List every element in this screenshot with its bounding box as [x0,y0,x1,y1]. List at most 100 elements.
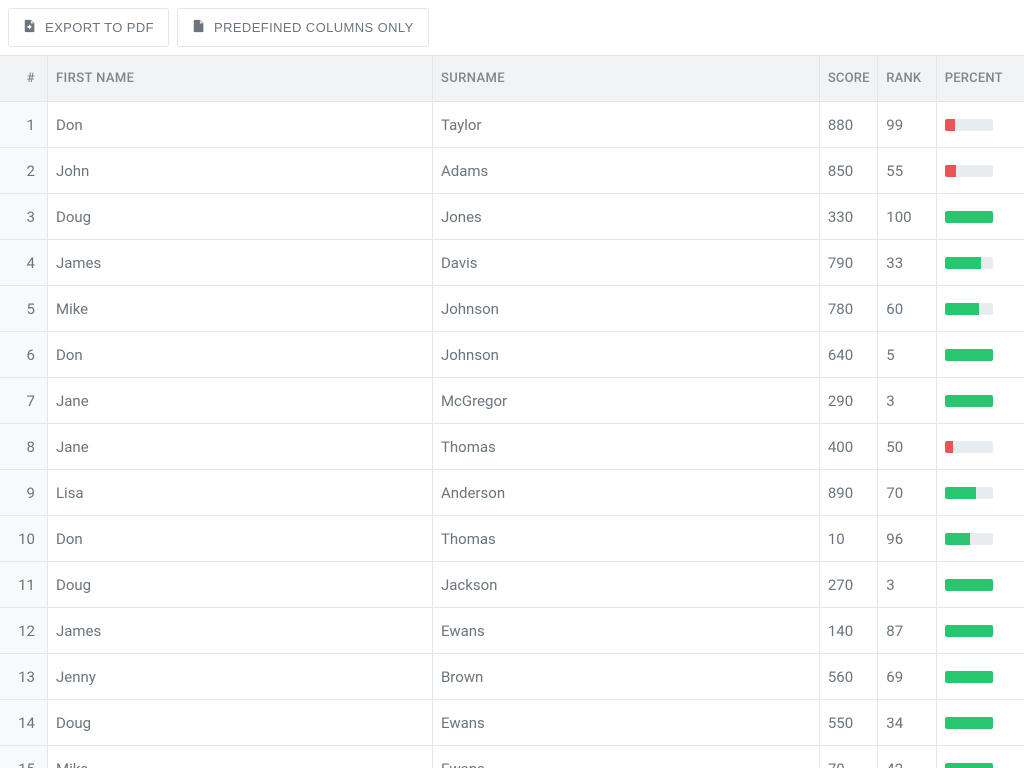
progress-bar [945,717,993,729]
col-header-rank[interactable]: RANK [878,56,936,101]
cell-first-name: Mike [48,746,433,768]
cell-index: 12 [0,608,48,653]
cell-first-name: Doug [48,194,433,239]
cell-first-name: Jane [48,378,433,423]
progress-bar [945,671,993,683]
table-row[interactable]: 14DougEwans55034 [0,700,1024,746]
cell-rank: 96 [878,516,936,561]
table-row[interactable]: 10DonThomas1096 [0,516,1024,562]
cell-index: 14 [0,700,48,745]
toolbar: EXPORT TO PDF PREDEFINED COLUMNS ONLY [0,0,1024,55]
cell-surname: Davis [433,240,820,285]
progress-fill [945,395,993,407]
cell-score: 10 [820,516,878,561]
cell-score: 790 [820,240,878,285]
table-row[interactable]: 6DonJohnson6405 [0,332,1024,378]
cell-first-name: Jane [48,424,433,469]
cell-surname: Jones [433,194,820,239]
header-row: # FIRST NAME SURNAME SCORE RANK PERCENT [0,56,1024,102]
col-header-surname[interactable]: SURNAME [433,56,820,101]
col-header-first-name[interactable]: FIRST NAME [48,56,433,101]
cell-score: 330 [820,194,878,239]
cell-percent [937,470,1024,515]
predefined-columns-button[interactable]: PREDEFINED COLUMNS ONLY [177,8,429,47]
cell-score: 270 [820,562,878,607]
cell-surname: Thomas [433,424,820,469]
table-row[interactable]: 8JaneThomas40050 [0,424,1024,470]
cell-rank: 42 [878,746,936,768]
cell-score: 880 [820,102,878,147]
progress-fill [945,717,993,729]
cell-rank: 70 [878,470,936,515]
cell-score: 850 [820,148,878,193]
col-header-score[interactable]: SCORE [820,56,878,101]
cell-surname: Johnson [433,332,820,377]
cell-index: 5 [0,286,48,331]
table-row[interactable]: 12JamesEwans14087 [0,608,1024,654]
cell-score: 890 [820,470,878,515]
table-row[interactable]: 9LisaAnderson89070 [0,470,1024,516]
cell-index: 7 [0,378,48,423]
progress-bar [945,257,993,269]
progress-bar [945,349,993,361]
cell-score: 400 [820,424,878,469]
cell-index: 10 [0,516,48,561]
cell-surname: McGregor [433,378,820,423]
cell-score: 70 [820,746,878,768]
cell-percent [937,424,1024,469]
cell-index: 11 [0,562,48,607]
cell-first-name: Lisa [48,470,433,515]
predefined-columns-label: PREDEFINED COLUMNS ONLY [214,20,414,35]
progress-fill [945,671,993,683]
table-row[interactable]: 2JohnAdams85055 [0,148,1024,194]
progress-bar [945,395,993,407]
cell-first-name: Doug [48,562,433,607]
progress-fill [945,579,993,591]
progress-fill [945,119,956,131]
cell-score: 780 [820,286,878,331]
table-row[interactable]: 4JamesDavis79033 [0,240,1024,286]
table-row[interactable]: 3DougJones330100 [0,194,1024,240]
table-row[interactable]: 7JaneMcGregor2903 [0,378,1024,424]
progress-bar [945,441,993,453]
table-row[interactable]: 13JennyBrown56069 [0,654,1024,700]
progress-fill [945,533,970,545]
cell-percent [937,746,1024,768]
progress-fill [945,303,980,315]
progress-bar [945,763,993,768]
table-row[interactable]: 5MikeJohnson78060 [0,286,1024,332]
cell-index: 2 [0,148,48,193]
progress-fill [945,165,956,177]
table-row[interactable]: 1DonTaylor88099 [0,102,1024,148]
cell-rank: 3 [878,378,936,423]
cell-surname: Brown [433,654,820,699]
cell-rank: 55 [878,148,936,193]
col-header-index[interactable]: # [0,56,48,101]
cell-rank: 60 [878,286,936,331]
progress-bar [945,119,993,131]
progress-bar [945,303,993,315]
cell-index: 6 [0,332,48,377]
cell-score: 140 [820,608,878,653]
cell-first-name: Mike [48,286,433,331]
cell-surname: Ewans [433,608,820,653]
progress-fill [945,349,993,361]
progress-fill [945,487,977,499]
file-export-icon [23,19,37,36]
cell-score: 560 [820,654,878,699]
col-header-percent[interactable]: PERCENT [937,56,1024,101]
progress-fill [945,763,993,768]
progress-bar [945,211,993,223]
progress-bar [945,165,993,177]
export-pdf-button[interactable]: EXPORT TO PDF [8,8,169,47]
cell-first-name: Don [48,332,433,377]
cell-percent [937,286,1024,331]
cell-percent [937,608,1024,653]
table-row[interactable]: 15MikeEwans7042 [0,746,1024,768]
cell-percent [937,378,1024,423]
cell-rank: 87 [878,608,936,653]
cell-score: 290 [820,378,878,423]
cell-percent [937,516,1024,561]
table-row[interactable]: 11DougJackson2703 [0,562,1024,608]
progress-fill [945,441,954,453]
